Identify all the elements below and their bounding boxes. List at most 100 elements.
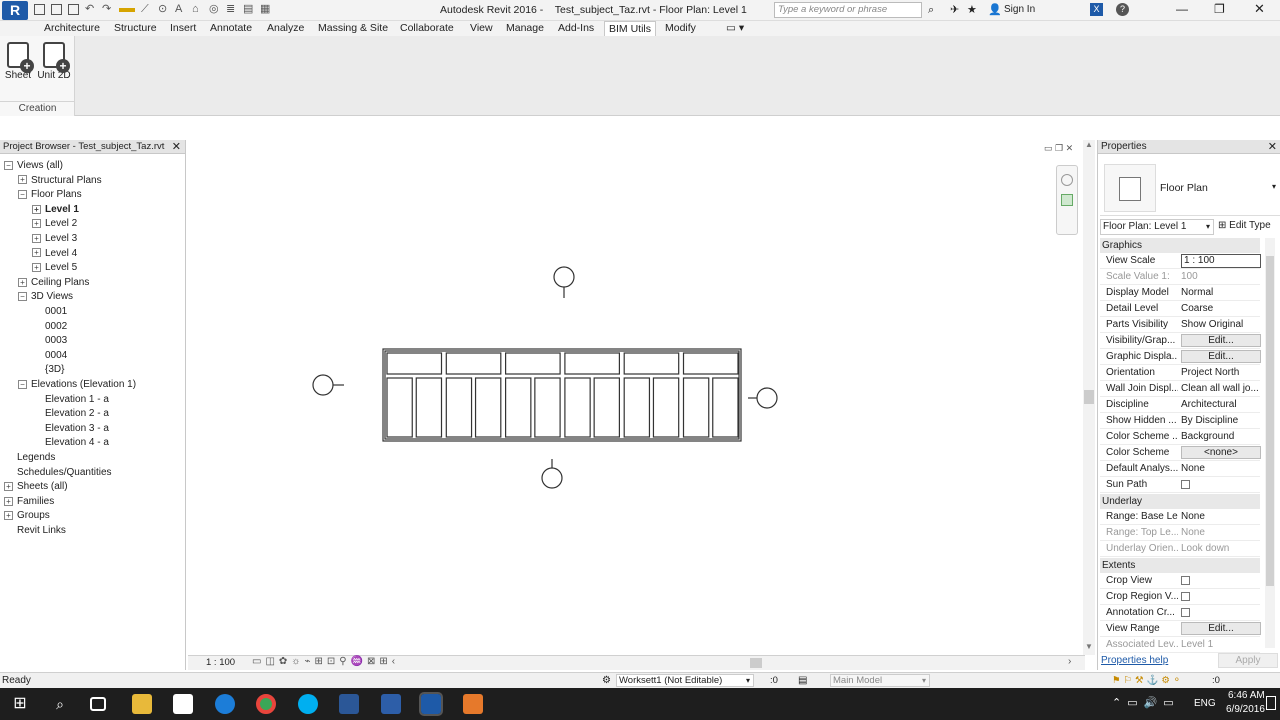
collapse-icon[interactable]: − xyxy=(18,292,27,302)
type-selector[interactable]: Floor Plan ▾ xyxy=(1100,160,1280,216)
property-row[interactable]: Underlay Orien... Look down xyxy=(1100,541,1260,557)
expand-icon[interactable]: + xyxy=(32,263,41,273)
tree-item[interactable]: + Sheets (all) xyxy=(4,480,68,494)
steering-wheel-icon[interactable] xyxy=(1061,174,1073,186)
skype-icon[interactable] xyxy=(298,694,318,714)
minimize-button[interactable]: — xyxy=(1176,2,1188,16)
property-edit-button[interactable]: Edit... xyxy=(1181,350,1261,363)
powershell-icon[interactable] xyxy=(381,694,401,714)
tree-item[interactable]: + Families xyxy=(4,495,54,509)
expand-icon[interactable]: + xyxy=(18,175,27,185)
property-value[interactable]: None xyxy=(1181,525,1261,541)
expand-icon[interactable]: + xyxy=(4,482,13,492)
quick-access-toolbar[interactable]: ↶ ↷ ⟋ ⊙ A ⌂ ◎ ≣ ▤ ▦ xyxy=(34,4,394,17)
section-extents[interactable]: Extents xyxy=(1100,558,1260,573)
instance-selector[interactable]: Floor Plan: Level 1 ▾ xyxy=(1100,219,1214,235)
dimension-icon[interactable]: ⟋ xyxy=(141,4,152,15)
tree-item[interactable]: Elevation 1 - a xyxy=(32,393,109,407)
redo-icon[interactable]: ↷ xyxy=(102,4,113,15)
property-value[interactable]: Background xyxy=(1181,429,1261,445)
tab-analyze[interactable]: Analyze xyxy=(263,21,308,36)
property-row[interactable]: Crop View xyxy=(1100,573,1260,589)
expand-icon[interactable]: + xyxy=(32,248,41,258)
property-edit-button[interactable]: <none> xyxy=(1181,446,1261,459)
language-indicator[interactable]: ENG xyxy=(1194,698,1216,709)
revit-taskbar-icon[interactable] xyxy=(419,692,443,716)
horizontal-scrollbar-thumb[interactable] xyxy=(750,658,762,668)
view-control-icons[interactable]: ▭◫✿☼⌁⊞⊡⚲♒⊠⊞‹ xyxy=(252,656,399,667)
sign-in-link[interactable]: Sign In xyxy=(1004,4,1035,15)
search-icon[interactable]: ⌕ xyxy=(50,694,70,714)
tree-item[interactable]: Elevation 3 - a xyxy=(32,422,109,436)
file-explorer-icon[interactable] xyxy=(132,694,152,714)
expand-icon[interactable]: + xyxy=(18,277,27,287)
property-row[interactable]: Detail Level Coarse xyxy=(1100,301,1260,317)
properties-scrollbar[interactable] xyxy=(1265,238,1275,648)
property-row[interactable]: Parts Visibility Show Original xyxy=(1100,317,1260,333)
tree-item[interactable]: 0004 xyxy=(32,349,67,363)
expand-icon[interactable]: + xyxy=(4,496,13,506)
property-value[interactable]: Architectural xyxy=(1181,397,1261,413)
favorites-icon[interactable]: ★ xyxy=(967,3,977,16)
user-icon[interactable]: 👤 xyxy=(988,3,1002,16)
checkbox[interactable] xyxy=(1181,480,1190,489)
tree-item[interactable]: Legends xyxy=(4,451,55,465)
property-row[interactable]: Sun Path xyxy=(1100,477,1260,493)
zoom-icon[interactable] xyxy=(1061,194,1073,206)
tree-item[interactable]: + Level 5 xyxy=(32,261,77,275)
tree-item[interactable]: Elevation 4 - a xyxy=(32,436,109,450)
tab-massing-site[interactable]: Massing & Site xyxy=(314,21,392,36)
property-row[interactable]: Associated Lev... Level 1 xyxy=(1100,637,1260,653)
chrome-icon[interactable] xyxy=(256,694,276,714)
edge-icon[interactable] xyxy=(215,694,235,714)
property-row[interactable]: View Range Edit... xyxy=(1100,621,1261,637)
ribbon-options-icon[interactable]: ▭ ▾ xyxy=(722,21,748,36)
clock-date[interactable]: 6/9/2016 xyxy=(1226,704,1265,715)
tab-bim-utils[interactable]: BIM Utils xyxy=(604,21,656,36)
property-edit-button[interactable]: Edit... xyxy=(1181,334,1261,347)
property-row[interactable]: Default Analys... None xyxy=(1100,461,1260,477)
store-icon[interactable] xyxy=(173,694,193,714)
property-value[interactable]: Project North xyxy=(1181,365,1261,381)
windows-start-icon[interactable]: ⊞ xyxy=(10,694,30,714)
property-checkbox[interactable] xyxy=(1181,477,1261,495)
restore-button[interactable]: ❐ xyxy=(1214,2,1225,16)
property-value[interactable]: None xyxy=(1181,509,1261,525)
property-row[interactable]: Annotation Cr... xyxy=(1100,605,1260,621)
collapse-icon[interactable]: − xyxy=(18,379,27,389)
property-row[interactable]: Discipline Architectural xyxy=(1100,397,1260,413)
tab-insert[interactable]: Insert xyxy=(166,21,200,36)
property-value[interactable]: By Discipline xyxy=(1181,413,1261,429)
tree-item[interactable]: − Elevations (Elevation 1) xyxy=(18,378,136,392)
property-row[interactable]: Color Scheme <none> xyxy=(1100,445,1261,461)
3d-view-icon[interactable]: ⌂ xyxy=(192,4,203,15)
tree-item[interactable]: − Floor Plans xyxy=(18,188,82,202)
revit-logo-icon[interactable]: R xyxy=(2,1,28,20)
word-icon[interactable] xyxy=(339,694,359,714)
tree-item[interactable]: Schedules/Quantities xyxy=(4,466,112,480)
collapse-icon[interactable]: − xyxy=(18,190,27,200)
property-value[interactable]: Level 1 xyxy=(1181,637,1261,653)
clock-time[interactable]: 6:46 AM xyxy=(1228,690,1265,701)
unit-2d-button[interactable]: Unit 2D xyxy=(35,42,73,81)
subscription-icon[interactable]: ✈ xyxy=(950,3,959,16)
close-icon[interactable]: ✕ xyxy=(172,140,181,154)
property-row[interactable]: Range: Top Le... None xyxy=(1100,525,1260,541)
tree-item[interactable]: + Groups xyxy=(4,509,50,523)
property-value[interactable]: Look down xyxy=(1181,541,1261,557)
close-button[interactable]: ✕ xyxy=(1254,1,1265,17)
task-view-icon[interactable] xyxy=(90,697,106,711)
tab-view[interactable]: View xyxy=(466,21,497,36)
tab-collaborate[interactable]: Collaborate xyxy=(396,21,458,36)
properties-help-link[interactable]: Properties help xyxy=(1101,655,1168,666)
property-edit-button[interactable]: Edit... xyxy=(1181,622,1261,635)
collapse-icon[interactable]: − xyxy=(4,160,13,170)
property-value[interactable]: None xyxy=(1181,461,1261,477)
switch-windows-icon[interactable]: ▦ xyxy=(260,4,271,15)
checkbox[interactable] xyxy=(1181,592,1190,601)
property-value[interactable]: Coarse xyxy=(1181,301,1261,317)
view-scale-button[interactable]: 1 : 100 xyxy=(206,657,235,668)
exchange-icon[interactable]: X xyxy=(1090,3,1103,16)
tree-item[interactable]: 0001 xyxy=(32,305,67,319)
property-row[interactable]: Graphic Displa... Edit... xyxy=(1100,349,1261,365)
